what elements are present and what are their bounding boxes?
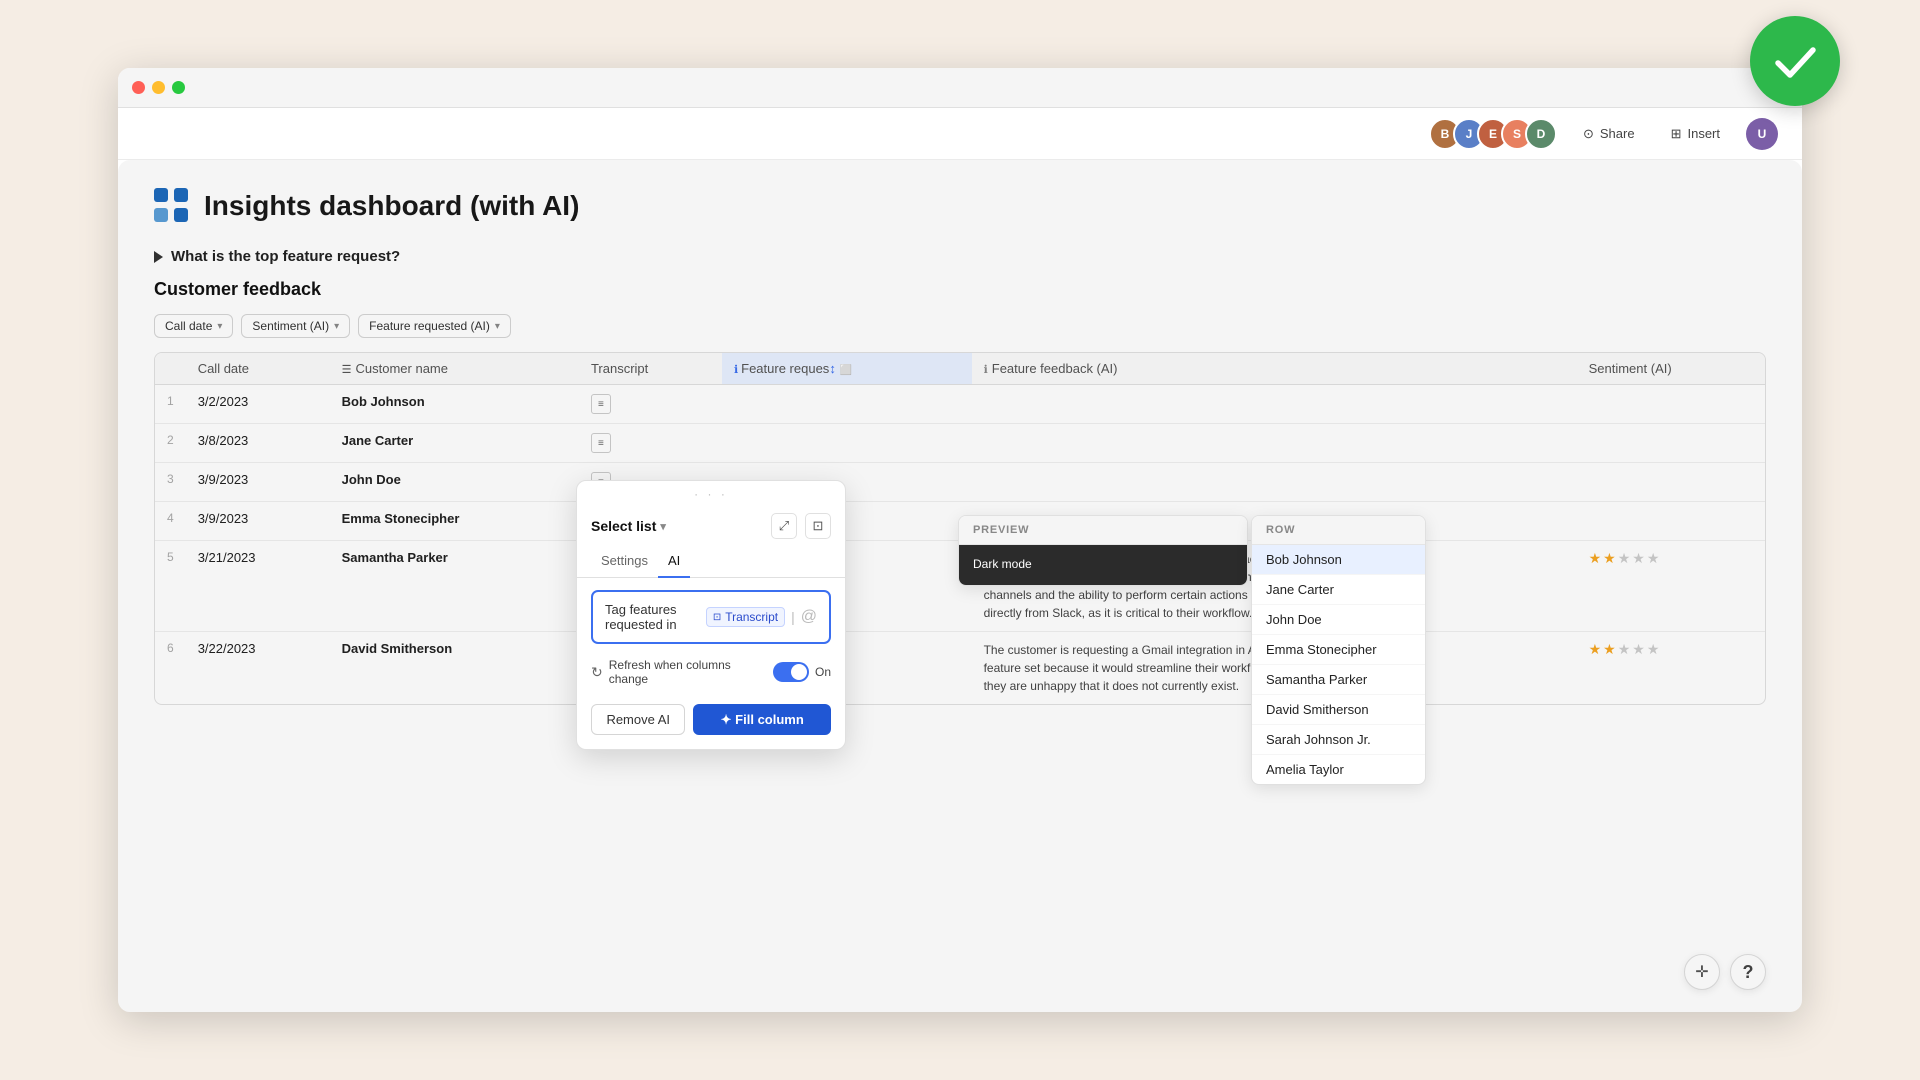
dropdown-icon-group: ⤢ ⊡	[771, 513, 831, 539]
row-item-amelia[interactable]: Amelia Taylor	[1252, 755, 1425, 784]
row-item-bob[interactable]: Bob Johnson	[1252, 545, 1425, 575]
fullscreen-button[interactable]	[172, 81, 185, 94]
dropdown-header: Select list ▾ ⤢ ⊡	[577, 503, 845, 545]
toggle-knob	[791, 664, 807, 680]
share-icon: ⊙	[1583, 126, 1594, 142]
cursor: |	[791, 609, 795, 625]
toggle-state-label: On	[815, 665, 831, 679]
row-item-sarah[interactable]: Sarah Johnson Jr.	[1252, 725, 1425, 755]
close-button[interactable]	[132, 81, 145, 94]
preview-text: Dark mode	[973, 557, 1032, 571]
drag-handle: · · ·	[577, 481, 845, 503]
main-content: Insights dashboard (with AI) What is the…	[118, 160, 1802, 1012]
insert-button[interactable]: ⊞ Insert	[1661, 121, 1730, 147]
row-item-john[interactable]: John Doe	[1252, 605, 1425, 635]
expand-icon-btn[interactable]: ⤢	[771, 513, 797, 539]
check-icon	[1770, 36, 1820, 86]
prompt-prefix: Tag features requested in	[605, 602, 700, 632]
footer-buttons: Remove AI ✦ Fill column	[577, 698, 845, 745]
modal-overlay[interactable]	[118, 160, 1802, 1012]
tab-ai[interactable]: AI	[658, 549, 690, 578]
preview-panel: PREVIEW Dark mode	[958, 515, 1248, 586]
insert-icon: ⊞	[1671, 126, 1682, 142]
row-item-samantha[interactable]: Samantha Parker	[1252, 665, 1425, 695]
refresh-label: ↻ Refresh when columns change	[591, 658, 773, 686]
prompt-input-box[interactable]: Tag features requested in ⊡ Transcript |…	[591, 590, 831, 644]
prompt-area: Tag features requested in ⊡ Transcript |…	[591, 590, 831, 644]
remove-ai-button[interactable]: Remove AI	[591, 704, 685, 735]
chip-icon: ⊡	[713, 612, 721, 623]
collaborator-avatars: B J E S D	[1437, 118, 1557, 150]
col-settings-dropdown: · · · Select list ▾ ⤢ ⊡ Settings AI Tag …	[576, 480, 846, 750]
tab-settings[interactable]: Settings	[591, 549, 658, 578]
dropdown-title: Select list ▾	[591, 518, 666, 534]
preview-header: PREVIEW	[959, 516, 1247, 545]
success-badge	[1750, 16, 1840, 106]
row-panel-header: ROW	[1252, 516, 1425, 545]
row-item-david[interactable]: David Smitherson	[1252, 695, 1425, 725]
refresh-icon: ↻	[591, 664, 603, 681]
row-panel: ROW Bob Johnson Jane Carter John Doe Emm…	[1251, 515, 1426, 785]
chevron-down-icon: ▾	[660, 520, 666, 533]
app-window: B J E S D ⊙ Share ⊞ Insert U Insights da…	[118, 68, 1802, 1012]
avatar-5: D	[1525, 118, 1557, 150]
titlebar	[118, 68, 1802, 108]
collapse-icon-btn[interactable]: ⊡	[805, 513, 831, 539]
prompt-chip: ⊡ Transcript	[706, 607, 785, 627]
row-item-emma[interactable]: Emma Stonecipher	[1252, 635, 1425, 665]
chip-label: Transcript	[725, 610, 778, 624]
refresh-toggle[interactable]	[773, 662, 809, 682]
at-icon: @	[801, 608, 817, 626]
traffic-lights	[132, 81, 185, 94]
col-tab-group: Settings AI	[577, 545, 845, 578]
top-bar: B J E S D ⊙ Share ⊞ Insert U	[118, 108, 1802, 160]
row-item-jane[interactable]: Jane Carter	[1252, 575, 1425, 605]
preview-content: Dark mode	[959, 545, 1247, 585]
user-avatar[interactable]: U	[1746, 118, 1778, 150]
fill-column-button[interactable]: ✦ Fill column	[693, 704, 831, 735]
minimize-button[interactable]	[152, 81, 165, 94]
toggle-group: On	[773, 662, 831, 682]
refresh-row: ↻ Refresh when columns change On	[577, 652, 845, 698]
share-button[interactable]: ⊙ Share	[1573, 121, 1645, 147]
